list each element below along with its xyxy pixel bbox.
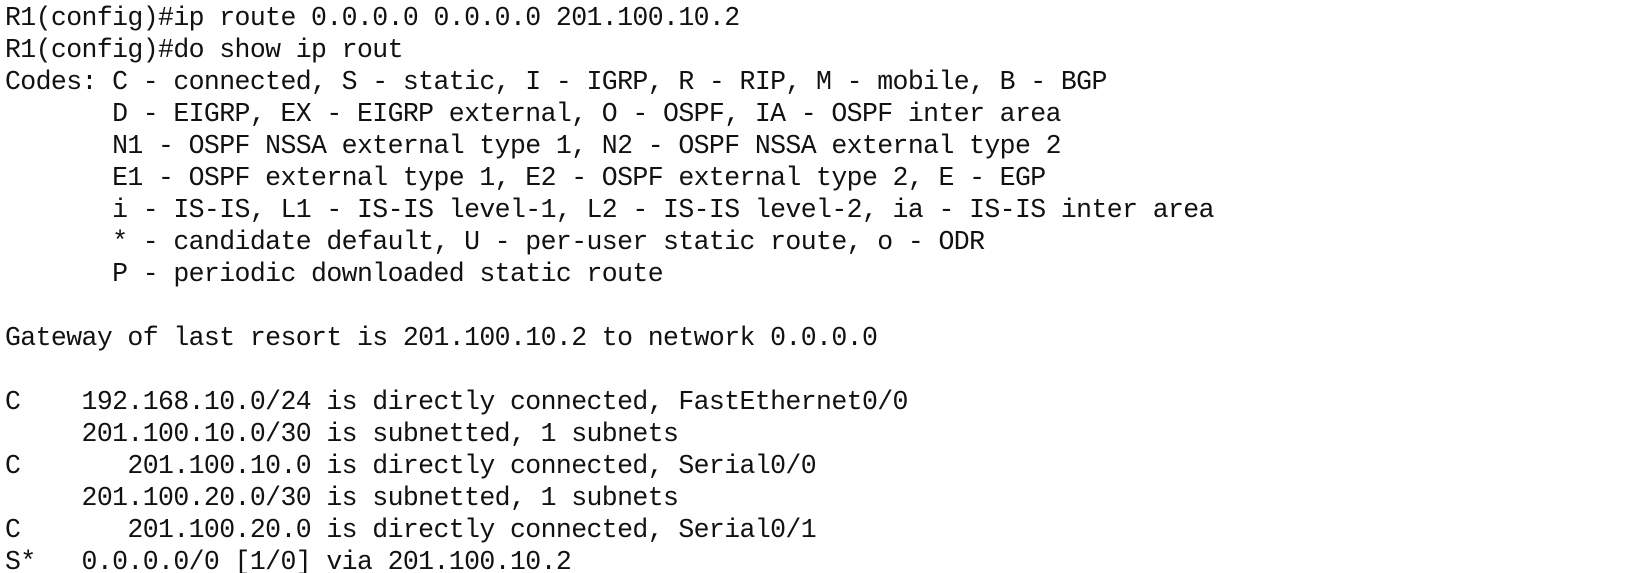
console-line-default-route: S* 0.0.0.0/0 [1/0] via 201.100.10.2 [5,547,572,573]
console-line-subnetted-1: 201.100.10.0/30 is subnetted, 1 subnets [5,419,679,449]
console-line-show-ip-route-command: R1(config)#do show ip rout [5,35,403,65]
console-line-ip-route-command: R1(config)#ip route 0.0.0.0 0.0.0.0 201.… [5,3,740,33]
console-line-codes-7: P - periodic downloaded static route [5,259,664,289]
console-line-codes-3: N1 - OSPF NSSA external type 1, N2 - OSP… [5,131,1061,161]
console-line-codes-5: i - IS-IS, L1 - IS-IS level-1, L2 - IS-I… [5,195,1214,225]
console-line-subnetted-2: 201.100.20.0/30 is subnetted, 1 subnets [5,483,679,513]
console-output: R1(config)#ip route 0.0.0.0 0.0.0.0 201.… [5,2,1215,573]
console-line-codes-4: E1 - OSPF external type 1, E2 - OSPF ext… [5,163,1046,193]
console-line-route-connected-serial0-0: C 201.100.10.0 is directly connected, Se… [5,451,817,481]
console-line-blank-2 [5,354,1214,386]
console-line-blank-1 [5,290,1214,322]
console-line-codes-2: D - EIGRP, EX - EIGRP external, O - OSPF… [5,99,1061,129]
console-line-route-connected-lan: C 192.168.10.0/24 is directly connected,… [5,387,908,417]
console-line-route-connected-serial0-1: C 201.100.20.0 is directly connected, Se… [5,515,817,545]
console-line-codes-6: * - candidate default, U - per-user stat… [5,227,985,257]
console-line-gateway: Gateway of last resort is 201.100.10.2 t… [5,323,878,353]
console-line-codes-1: Codes: C - connected, S - static, I - IG… [5,67,1107,97]
terminal-window[interactable]: R1(config)#ip route 0.0.0.0 0.0.0.0 201.… [0,0,1652,573]
